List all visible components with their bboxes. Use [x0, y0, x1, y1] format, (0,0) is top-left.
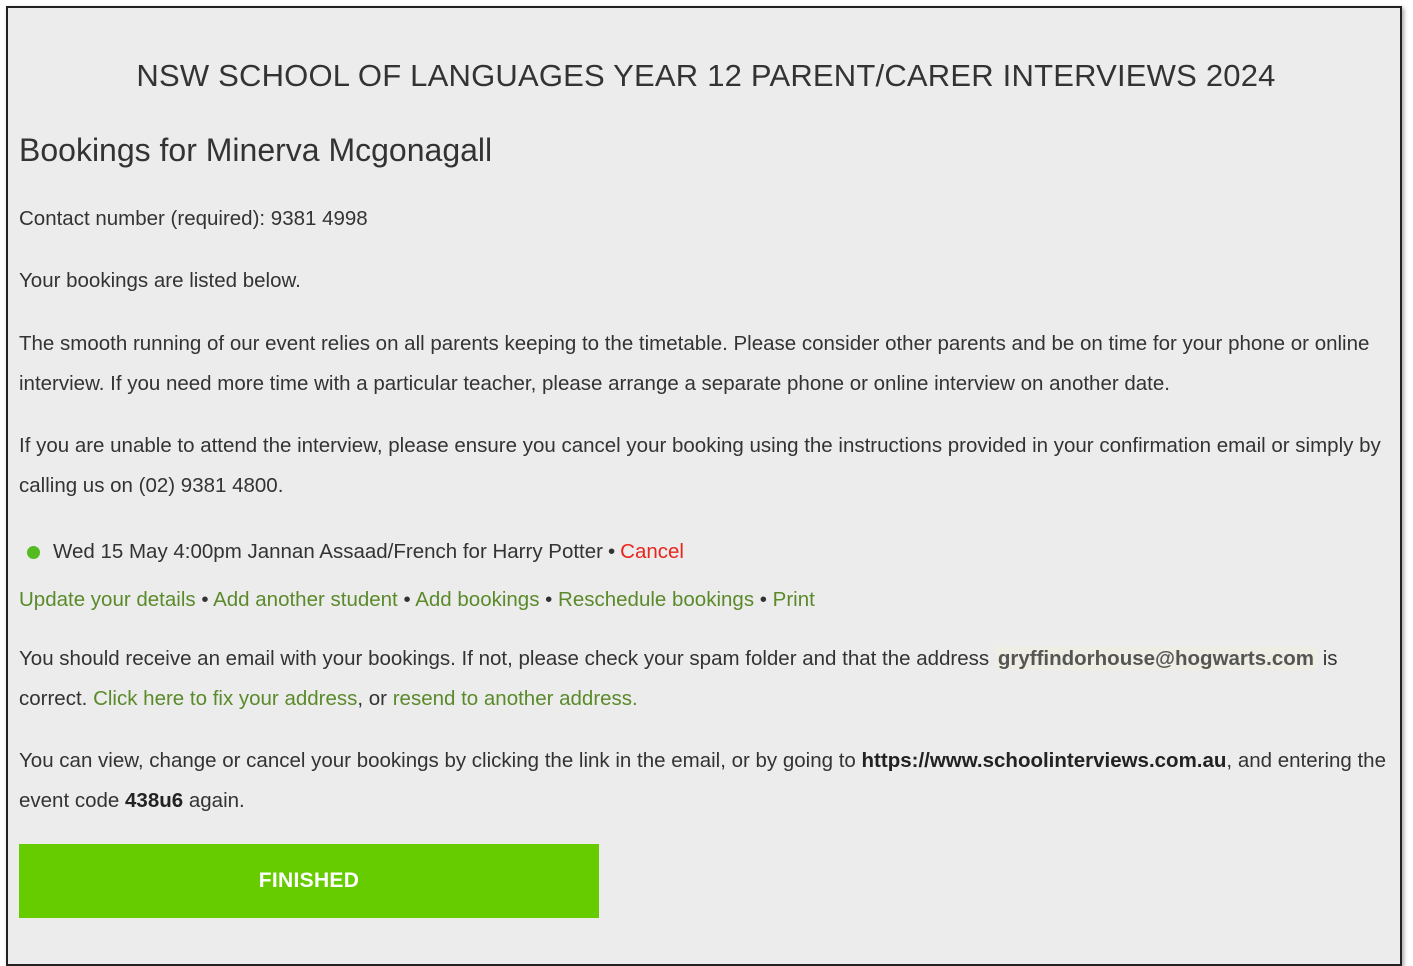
- finished-button[interactable]: FINISHED: [19, 844, 599, 918]
- view-notice-text: You can view, change or cancel your book…: [19, 749, 856, 772]
- status-dot-icon: [27, 545, 40, 559]
- cancel-notice: If you are unable to attend the intervie…: [19, 434, 1381, 497]
- email-address: gryffindorhouse@hogwarts.com: [994, 647, 1317, 670]
- email-notice-text: You should receive an email with your bo…: [19, 647, 990, 670]
- bookings-intro: Your bookings are listed below.: [19, 269, 301, 292]
- site-url: https://www.schoolinterviews.com.au: [861, 749, 1227, 772]
- separator: •: [403, 588, 411, 611]
- add-student-link[interactable]: Add another student: [213, 588, 398, 611]
- view-notice-text: again.: [188, 789, 245, 812]
- email-notice-text: , or: [357, 687, 388, 710]
- add-bookings-link[interactable]: Add bookings: [415, 588, 539, 611]
- booking-item: Wed 15 May 4:00pm Jannan Assaad/French f…: [27, 532, 684, 572]
- separator: •: [607, 540, 616, 563]
- print-link[interactable]: Print: [773, 588, 815, 611]
- resend-link[interactable]: resend to another address.: [393, 687, 638, 710]
- booking-details: Wed 15 May 4:00pm Jannan Assaad/French f…: [53, 540, 603, 563]
- booking-panel: NSW SCHOOL OF LANGUAGES YEAR 12 PARENT/C…: [6, 6, 1402, 966]
- timetable-notice: The smooth running of our event relies o…: [19, 332, 1370, 395]
- update-details-link[interactable]: Update your details: [19, 588, 196, 611]
- event-title: NSW SCHOOL OF LANGUAGES YEAR 12 PARENT/C…: [136, 58, 1276, 93]
- separator: •: [545, 588, 553, 611]
- separator: •: [759, 588, 767, 611]
- fix-address-link[interactable]: Click here to fix your address: [93, 687, 357, 710]
- separator: •: [201, 588, 209, 611]
- contact-number: Contact number (required): 9381 4998: [19, 207, 368, 230]
- email-notice: You should receive an email with your bo…: [19, 639, 1399, 719]
- cancel-booking-link[interactable]: Cancel: [620, 532, 684, 572]
- view-notice: You can view, change or cancel your book…: [19, 741, 1399, 821]
- reschedule-bookings-link[interactable]: Reschedule bookings: [558, 588, 754, 611]
- action-links: Update your details • Add another studen…: [19, 580, 1399, 620]
- event-code: 438u6: [125, 789, 184, 812]
- page-title: Bookings for Minerva Mcgonagall: [19, 132, 493, 168]
